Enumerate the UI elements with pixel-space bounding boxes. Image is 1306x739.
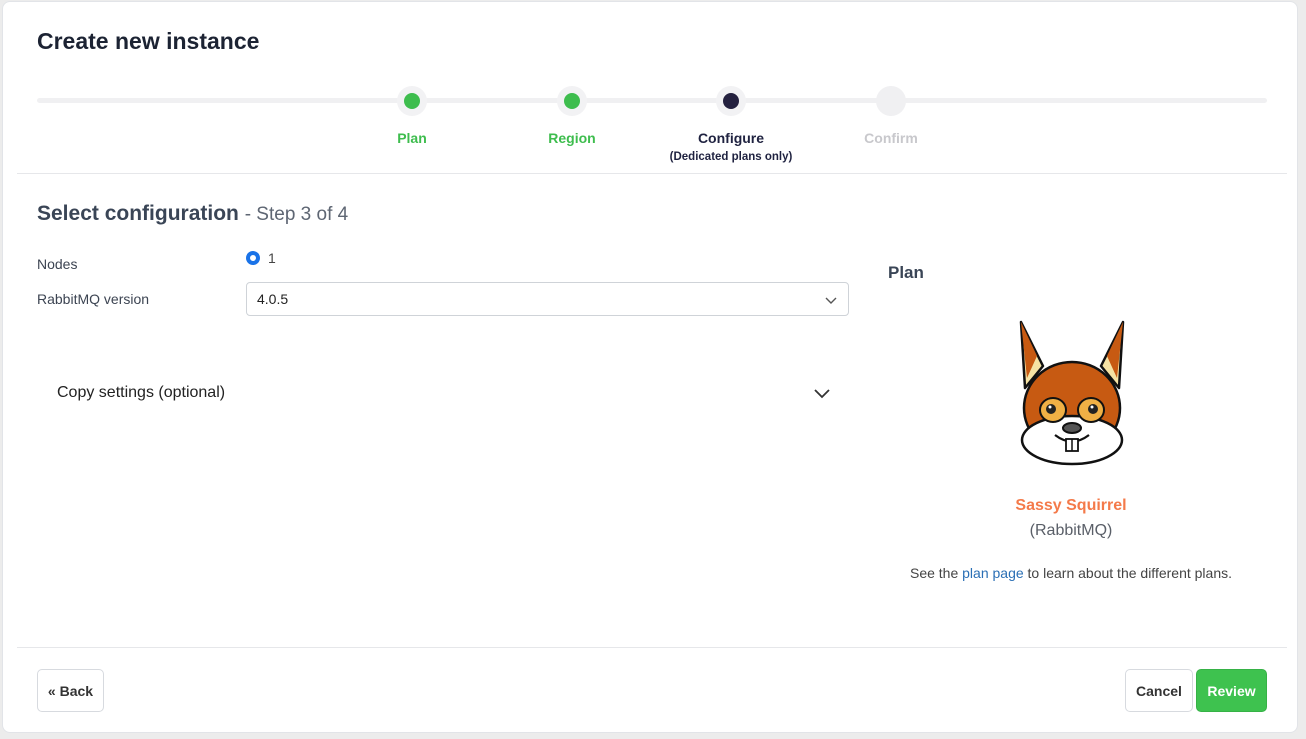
- review-button[interactable]: Review: [1196, 669, 1267, 712]
- page-title: Create new instance: [37, 28, 260, 54]
- step-confirm-label: Confirm: [864, 130, 918, 146]
- step-configure: Configure (Dedicated plans only): [651, 86, 811, 163]
- plan-info-suffix: to learn about the different plans.: [1027, 565, 1232, 581]
- chevron-down-icon: [814, 389, 830, 399]
- plan-name: Sassy Squirrel: [1015, 497, 1127, 514]
- step-configure-dot: [723, 93, 739, 109]
- rabbitmq-version-value: 4.0.5: [257, 291, 289, 307]
- plan-info-text: See the plan page to learn about the dif…: [869, 565, 1273, 581]
- section-step-indicator: - Step 3 of 4: [244, 204, 349, 225]
- step-confirm: Confirm: [811, 86, 971, 146]
- copy-settings-label: Copy settings (optional): [57, 384, 226, 401]
- chevron-down-icon: [825, 297, 837, 304]
- rabbitmq-version-select[interactable]: 4.0.5: [246, 282, 849, 316]
- footer-divider: [17, 647, 1287, 648]
- section-title-text: Select configuration: [37, 202, 239, 225]
- nodes-radio-1[interactable]: [246, 251, 260, 265]
- copy-settings-toggle[interactable]: Copy settings (optional): [37, 370, 837, 416]
- step-region-dot: [564, 93, 580, 109]
- plan-heading: Plan: [888, 263, 924, 282]
- back-button[interactable]: « Back: [37, 669, 104, 712]
- step-plan-label: Plan: [397, 130, 427, 146]
- step-configure-label: Configure: [697, 130, 765, 146]
- header-divider: [17, 173, 1287, 174]
- rabbitmq-version-label: RabbitMQ version: [37, 291, 150, 307]
- create-instance-card: Create new instance Plan Region Configur…: [2, 1, 1298, 733]
- nodes-label: Nodes: [37, 256, 78, 272]
- plan-page-link[interactable]: plan page: [962, 565, 1024, 581]
- step-plan-dot: [404, 93, 420, 109]
- step-confirm-dot: [883, 93, 899, 109]
- step-region-label: Region: [548, 130, 596, 146]
- step-region: Region: [492, 86, 652, 146]
- plan-type: (RabbitMQ): [1029, 522, 1113, 539]
- cancel-button[interactable]: Cancel: [1125, 669, 1193, 712]
- section-title: Select configuration - Step 3 of 4: [37, 202, 348, 226]
- nodes-radio-label[interactable]: 1: [268, 250, 276, 266]
- step-plan: Plan: [332, 86, 492, 146]
- plan-info-prefix: See the: [909, 565, 959, 581]
- step-configure-sublabel: (Dedicated plans only): [669, 151, 793, 163]
- squirrel-icon: [1019, 320, 1125, 466]
